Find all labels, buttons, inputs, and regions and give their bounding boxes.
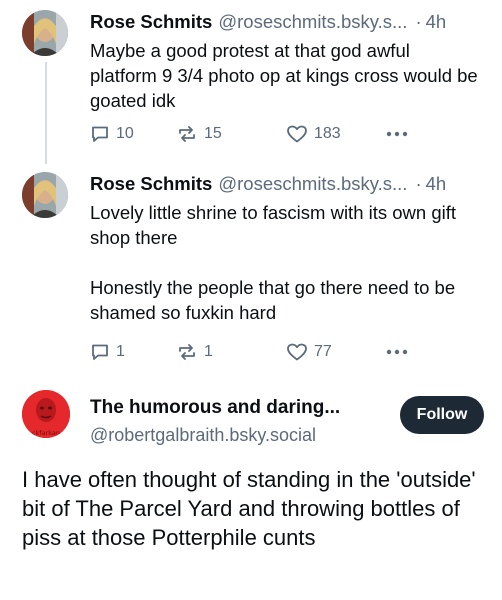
post-text: Maybe a good protest at that god awful p… xyxy=(90,38,478,113)
reply-count: 1 xyxy=(116,343,125,360)
reply-icon xyxy=(92,126,108,142)
follow-button[interactable]: Follow xyxy=(400,396,484,434)
display-name[interactable]: The humorous and daring... xyxy=(90,397,340,419)
avatar-image: ckfarkan xyxy=(22,390,70,438)
heart-icon xyxy=(287,343,307,361)
avatar-image xyxy=(22,172,68,218)
more-dots-icon xyxy=(386,349,408,355)
post-paragraph: Maybe a good protest at that god awful p… xyxy=(90,40,478,111)
avatar[interactable] xyxy=(22,172,68,218)
more-options-button[interactable] xyxy=(386,131,408,137)
post-time[interactable]: 4h xyxy=(426,10,447,34)
more-options-button[interactable] xyxy=(386,349,408,355)
thread-connector-line xyxy=(45,62,47,164)
post-text: I have often thought of standing in the … xyxy=(22,467,476,550)
handle[interactable]: @roseschmits.bsky.s... xyxy=(218,172,407,196)
avatar-image xyxy=(22,10,68,56)
display-name[interactable]: Rose Schmits xyxy=(90,172,212,196)
like-button[interactable]: 77 xyxy=(286,342,386,362)
display-name[interactable]: Rose Schmits xyxy=(90,10,212,34)
handle[interactable]: @robertgalbraith.bsky.social xyxy=(90,425,316,446)
post-paragraph: Lovely little shrine to fascism with its… xyxy=(90,202,457,248)
repost-icon xyxy=(179,344,195,360)
post-paragraph: Honestly the people that go there need t… xyxy=(90,277,456,323)
like-count: 183 xyxy=(314,125,341,142)
avatar[interactable] xyxy=(22,10,68,56)
repost-count: 15 xyxy=(204,125,222,142)
reply-button[interactable]: 10 xyxy=(90,124,176,144)
reply-icon xyxy=(92,344,108,360)
post-header: Rose Schmits @roseschmits.bsky.s... · 4h xyxy=(90,10,478,34)
separator-dot: · xyxy=(415,11,422,32)
avatar[interactable]: ckfarkan xyxy=(22,390,70,438)
like-button[interactable]: 183 xyxy=(286,124,386,144)
post-text: Lovely little shrine to fascism with its… xyxy=(90,200,478,325)
repost-icon xyxy=(179,126,195,142)
reply-count: 10 xyxy=(116,125,134,142)
repost-button[interactable]: 15 xyxy=(176,124,286,144)
handle[interactable]: @roseschmits.bsky.s... xyxy=(218,10,407,34)
post-time[interactable]: 4h xyxy=(426,172,447,196)
separator-dot: · xyxy=(415,173,422,194)
avatar-text: ckfarkan xyxy=(32,429,60,437)
repost-count: 1 xyxy=(204,343,213,360)
like-count: 77 xyxy=(314,343,332,360)
heart-icon xyxy=(287,125,307,143)
post-header: Rose Schmits @roseschmits.bsky.s... · 4h xyxy=(90,172,478,196)
more-dots-icon xyxy=(386,131,408,137)
reply-button[interactable]: 1 xyxy=(90,342,176,362)
repost-button[interactable]: 1 xyxy=(176,342,286,362)
